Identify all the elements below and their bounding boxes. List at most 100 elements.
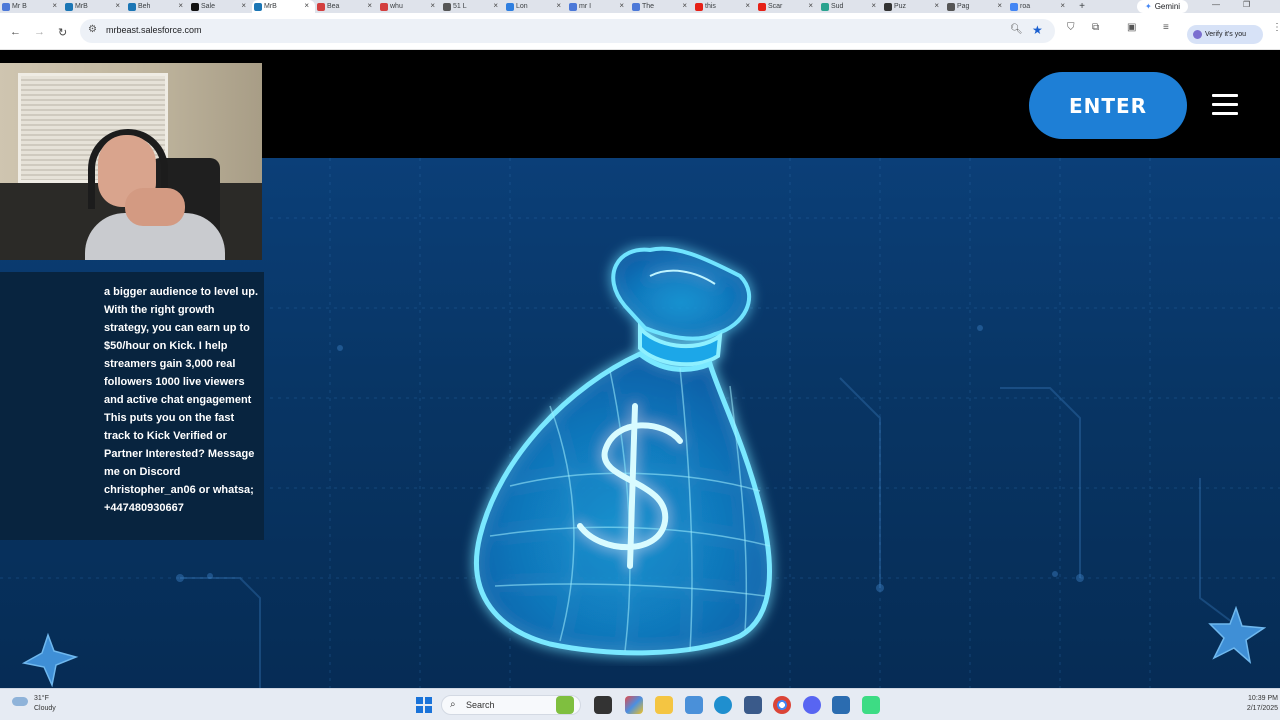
- browser-tab[interactable]: mr I ×: [567, 0, 630, 13]
- browser-tab[interactable]: Beh ×: [126, 0, 189, 13]
- tab-close-icon[interactable]: ×: [682, 1, 687, 10]
- tab-close-icon[interactable]: ×: [430, 1, 435, 10]
- cloud-icon: [12, 697, 28, 706]
- extensions-icon[interactable]: ⧉: [1092, 22, 1099, 33]
- tab-search-icon[interactable]: ≡: [1163, 22, 1169, 33]
- chrome-icon[interactable]: [773, 696, 791, 714]
- clock-date: 2/17/2025: [1246, 705, 1278, 712]
- tab-favicon-icon: [884, 3, 892, 11]
- forward-icon[interactable]: →: [34, 26, 45, 38]
- sparkle-icon: [21, 632, 79, 687]
- gemini-icon: ✦: [1145, 2, 1152, 11]
- new-tab-button[interactable]: +: [1075, 1, 1089, 12]
- enter-button[interactable]: ENTER: [1029, 72, 1187, 139]
- system-clock[interactable]: 10:39 PM 2/17/2025: [1238, 694, 1278, 714]
- copilot-icon[interactable]: [625, 696, 643, 714]
- tab-close-icon[interactable]: ×: [1060, 1, 1065, 10]
- tab-label: Puz: [894, 3, 907, 10]
- browser-tab[interactable]: Lon ×: [504, 0, 567, 13]
- url-text: mrbeast.salesforce.com: [106, 25, 202, 35]
- browser-tab[interactable]: Bea ×: [315, 0, 378, 13]
- edge-icon[interactable]: [714, 696, 732, 714]
- tab-favicon-icon: [191, 3, 199, 11]
- tab-close-icon[interactable]: ×: [367, 1, 372, 10]
- browser-tab[interactable]: Sale ×: [189, 0, 252, 13]
- tab-close-icon[interactable]: ×: [304, 1, 309, 10]
- shield-icon[interactable]: ⛉: [1067, 22, 1075, 33]
- tab-label: Beh: [138, 3, 151, 10]
- reload-icon[interactable]: ↻: [58, 26, 67, 39]
- browser-tab[interactable]: roa ×: [1008, 0, 1071, 13]
- money-bag-icon: [474, 246, 773, 656]
- tab-close-icon[interactable]: ×: [52, 1, 57, 10]
- app-icon[interactable]: [556, 696, 574, 714]
- tab-favicon-icon: [821, 3, 829, 11]
- zoom-icon[interactable]: 🔍︎: [1010, 24, 1023, 35]
- app-icon[interactable]: [862, 696, 880, 714]
- browser-tab[interactable]: Scar ×: [756, 0, 819, 13]
- sidepanel-icon[interactable]: ▣: [1127, 22, 1136, 33]
- gemini-button[interactable]: ✦ Gemini: [1137, 0, 1189, 13]
- tab-label: mr I: [579, 3, 592, 10]
- clock-time: 10:39 PM: [1248, 695, 1278, 702]
- browser-toolbar: ← → ↻ ⚙ mrbeast.salesforce.com 🔍︎ ★ ⛉ ⧉ …: [0, 13, 1280, 50]
- browser-tab[interactable]: this ×: [693, 0, 756, 13]
- tab-close-icon[interactable]: ×: [997, 1, 1002, 10]
- tab-close-icon[interactable]: ×: [178, 1, 183, 10]
- tab-label: Sud: [831, 3, 844, 10]
- browser-tab[interactable]: Sud ×: [819, 0, 882, 13]
- weather-widget[interactable]: 31°F Cloudy: [12, 694, 56, 714]
- more-icon[interactable]: ⋮: [1272, 22, 1280, 33]
- tab-favicon-icon: [65, 3, 73, 11]
- tab-favicon-icon: [632, 3, 640, 11]
- search-icon: ⌕: [450, 699, 456, 710]
- restore-icon[interactable]: ❐: [1243, 0, 1250, 9]
- photos-icon[interactable]: [832, 696, 850, 714]
- tab-label: roa: [1020, 3, 1031, 10]
- tab-favicon-icon: [128, 3, 136, 11]
- terminal-icon[interactable]: [594, 696, 612, 714]
- snipping-tool-icon[interactable]: [685, 696, 703, 714]
- tab-favicon-icon: [506, 3, 514, 11]
- browser-tab[interactable]: MrB ×: [63, 0, 126, 13]
- tab-close-icon[interactable]: ×: [241, 1, 246, 10]
- tab-favicon-icon: [695, 3, 703, 11]
- tab-close-icon[interactable]: ×: [871, 1, 876, 10]
- weather-desc: Cloudy: [34, 705, 56, 712]
- browser-tab[interactable]: The ×: [630, 0, 693, 13]
- address-bar[interactable]: ⚙ mrbeast.salesforce.com 🔍︎ ★: [80, 19, 1055, 43]
- verify-profile-button[interactable]: Verify it's you: [1187, 25, 1263, 44]
- profile-icon: [1193, 30, 1202, 39]
- browser-tab[interactable]: whu ×: [378, 0, 441, 13]
- tab-label: Scar: [768, 3, 783, 10]
- webcam-overlay: [0, 63, 262, 260]
- tab-close-icon[interactable]: ×: [556, 1, 561, 10]
- tab-close-icon[interactable]: ×: [115, 1, 120, 10]
- tab-strip: Mr B × MrB × Beh × Sale × MrB × Bea × whu × 51 L × Lon × m…: [0, 0, 1280, 13]
- browser-tab[interactable]: Mr B ×: [0, 0, 63, 13]
- tab-close-icon[interactable]: ×: [745, 1, 750, 10]
- chat-overlay: a bigger audience to level up. With the …: [0, 272, 264, 540]
- discord-icon[interactable]: [803, 696, 821, 714]
- minimize-icon[interactable]: —: [1212, 0, 1220, 9]
- browser-tab[interactable]: Pag ×: [945, 0, 1008, 13]
- tab-close-icon[interactable]: ×: [619, 1, 624, 10]
- tab-favicon-icon: [1010, 3, 1018, 11]
- file-explorer-icon[interactable]: [655, 696, 673, 714]
- gemini-label: Gemini: [1154, 2, 1181, 11]
- site-settings-icon[interactable]: ⚙: [88, 24, 97, 35]
- tab-label: The: [642, 3, 655, 10]
- tab-favicon-icon: [758, 3, 766, 11]
- browser-tab[interactable]: Puz ×: [882, 0, 945, 13]
- browser-tab[interactable]: 51 L ×: [441, 0, 504, 13]
- tab-close-icon[interactable]: ×: [493, 1, 498, 10]
- chat-message: a bigger audience to level up. With the …: [104, 286, 259, 514]
- browser-tab[interactable]: MrB ×: [252, 0, 315, 13]
- tab-close-icon[interactable]: ×: [934, 1, 939, 10]
- windows-start-icon[interactable]: [416, 697, 432, 713]
- tab-close-icon[interactable]: ×: [808, 1, 813, 10]
- store-icon[interactable]: [744, 696, 762, 714]
- bookmark-star-icon[interactable]: ★: [1032, 23, 1043, 37]
- hamburger-menu-icon[interactable]: [1212, 94, 1238, 116]
- back-icon[interactable]: ←: [10, 26, 21, 38]
